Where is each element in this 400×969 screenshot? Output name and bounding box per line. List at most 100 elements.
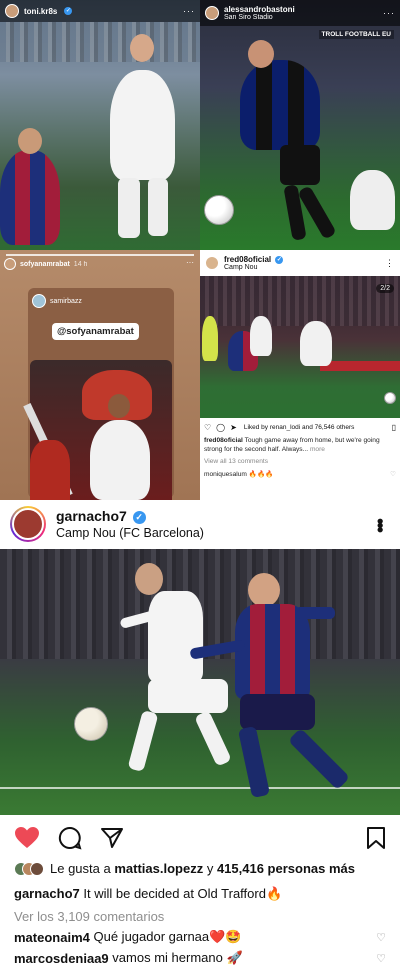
fred-post-header: fred08oficial ✓ Camp Nou ⋮: [200, 250, 400, 276]
player-head: [18, 128, 42, 154]
avatar[interactable]: [205, 6, 219, 20]
more-icon[interactable]: ···: [383, 8, 395, 18]
username-row: garnacho7 ✓: [56, 508, 204, 524]
toni-post-header: toni.kr8s ✓ ···: [0, 0, 200, 22]
player-barca-kit: [0, 150, 60, 245]
watermark: TROLL FOOTBALL EU: [318, 30, 394, 39]
pitch-line: [0, 787, 400, 789]
story-progress-bar: [6, 254, 194, 256]
location[interactable]: San Siro Stadio: [224, 14, 295, 21]
player-white-kit: [90, 420, 150, 500]
main-caption: garnacho7 It will be decided at Old Traf…: [14, 886, 282, 902]
username[interactable]: alessandrobastoni: [224, 5, 295, 14]
comment-text: Qué jugador garnaa❤️🤩: [93, 929, 242, 944]
comment-user[interactable]: moniquesalum: [204, 471, 247, 478]
username[interactable]: samirbazz: [50, 298, 82, 305]
main-post-header: garnacho7 ✓ Camp Nou (FC Barcelona) •••: [0, 500, 400, 548]
comment-user[interactable]: marcosdeniaa9: [14, 951, 109, 966]
more-icon[interactable]: ···: [183, 6, 195, 16]
location[interactable]: Camp Nou: [224, 264, 283, 271]
share-icon[interactable]: ➤: [230, 423, 237, 432]
player-shorts: [148, 679, 228, 713]
heart-icon[interactable]: ♡: [376, 952, 386, 965]
comment-icon[interactable]: [58, 826, 82, 850]
avatar[interactable]: [4, 258, 16, 270]
avatar: [30, 861, 44, 876]
header-text: garnacho7 ✓ Camp Nou (FC Barcelona): [56, 508, 204, 540]
caption-text: It will be decided at Old Trafford🔥: [83, 886, 283, 901]
page-indicator: 2/2: [376, 284, 394, 293]
player-head: [130, 34, 154, 62]
header-text: alessandrobastoni San Siro Stadio: [224, 5, 295, 21]
liked-by-user[interactable]: mattias.lopezz: [114, 861, 203, 876]
caption-user[interactable]: garnacho7: [14, 886, 80, 901]
story-time: 14 h: [73, 260, 88, 268]
heart-icon[interactable]: ♡: [204, 423, 211, 432]
heart-icon[interactable]: ♡: [390, 470, 396, 478]
location[interactable]: Camp Nou (FC Barcelona): [56, 526, 204, 540]
verified-icon: ✓: [64, 7, 73, 15]
fred-action-bar: ♡ ◯ ➤ Liked by renan_lodi and 76,546 oth…: [204, 421, 396, 433]
bookmark-icon[interactable]: [366, 826, 386, 850]
ball: [384, 392, 396, 404]
likes-text[interactable]: Le gusta a mattias.lopezz y 415,416 pers…: [50, 861, 355, 876]
player-white-kit: [350, 170, 395, 230]
player-white-kit: [110, 70, 175, 180]
caption-more[interactable]: more: [310, 446, 325, 453]
liked-by-count[interactable]: 415,416 personas más: [217, 861, 355, 876]
username[interactable]: fred08oficial: [224, 255, 271, 264]
player-leg: [194, 710, 232, 767]
player-head: [135, 563, 163, 595]
player-red-kit: [30, 440, 70, 500]
comment-user[interactable]: mateonaim4: [14, 930, 90, 945]
player-white-kit: [148, 591, 203, 681]
username[interactable]: garnacho7: [56, 508, 127, 524]
mention-sticker[interactable]: @sofyanamrabat: [52, 323, 139, 340]
more-icon[interactable]: ⋮: [385, 258, 395, 269]
more-icon[interactable]: •••: [369, 518, 390, 531]
heart-icon[interactable]: ♡: [376, 931, 386, 944]
bastoni-post-image: alessandrobastoni San Siro Stadio ··· TR…: [200, 0, 400, 250]
referee: [202, 316, 218, 361]
amrabat-story: sofyanamrabat 14 h ··· samirbazz @sofyan…: [0, 250, 200, 500]
avatar[interactable]: [10, 506, 46, 542]
likes-text[interactable]: Liked by renan_lodi and 76,546 others: [244, 424, 355, 431]
player-shorts: [240, 694, 315, 730]
avatar[interactable]: [205, 256, 219, 270]
ball: [74, 707, 108, 741]
comment-row: moniquesalum 🔥🔥🔥 ♡: [204, 470, 396, 478]
comment-text: 🔥🔥🔥: [248, 471, 274, 478]
more-icon[interactable]: ···: [186, 258, 194, 267]
fred-post: fred08oficial ✓ Camp Nou ⋮ 2/2 ♡ ◯ ➤ Lik…: [200, 250, 400, 500]
player-head: [248, 573, 280, 607]
username[interactable]: sofyanamrabat: [20, 261, 70, 268]
story-inner-header: samirbazz: [32, 294, 82, 308]
avatar[interactable]: [32, 294, 46, 308]
username[interactable]: toni.kr8s: [24, 7, 57, 16]
player-white-kit: [300, 321, 332, 366]
bookmark-icon[interactable]: ▯: [392, 423, 396, 432]
likes-row: Le gusta a mattias.lopezz y 415,416 pers…: [14, 861, 355, 876]
heart-icon[interactable]: [14, 826, 40, 850]
avatar[interactable]: [5, 4, 19, 18]
story-header: sofyanamrabat 14 h ···: [4, 258, 194, 270]
header-text: fred08oficial ✓ Camp Nou: [224, 255, 284, 271]
view-comments-link[interactable]: Ver los 3,109 comentarios: [14, 909, 164, 924]
view-comments-link[interactable]: View all 13 comments: [204, 458, 268, 465]
caption: fred08oficial Tough game away from home,…: [204, 436, 394, 454]
player-arm: [295, 607, 335, 619]
player-leg: [127, 709, 159, 773]
comment-icon[interactable]: ◯: [216, 423, 225, 432]
comment-row: mateonaim4 Qué jugador garnaa❤️🤩 ♡: [14, 929, 386, 945]
player-white-kit: [250, 316, 272, 356]
main-post-image: [0, 549, 400, 815]
verified-icon: ✓: [275, 255, 284, 264]
player-leg: [118, 178, 140, 238]
toni-post-image: toni.kr8s ✓ ···: [0, 0, 200, 250]
caption-user[interactable]: fred08oficial: [204, 437, 243, 444]
share-icon[interactable]: [100, 826, 124, 850]
player-head: [108, 394, 130, 418]
liked-by-prefix: Le gusta a: [50, 861, 111, 876]
liker-avatars[interactable]: [14, 861, 44, 876]
player-head: [248, 40, 274, 68]
